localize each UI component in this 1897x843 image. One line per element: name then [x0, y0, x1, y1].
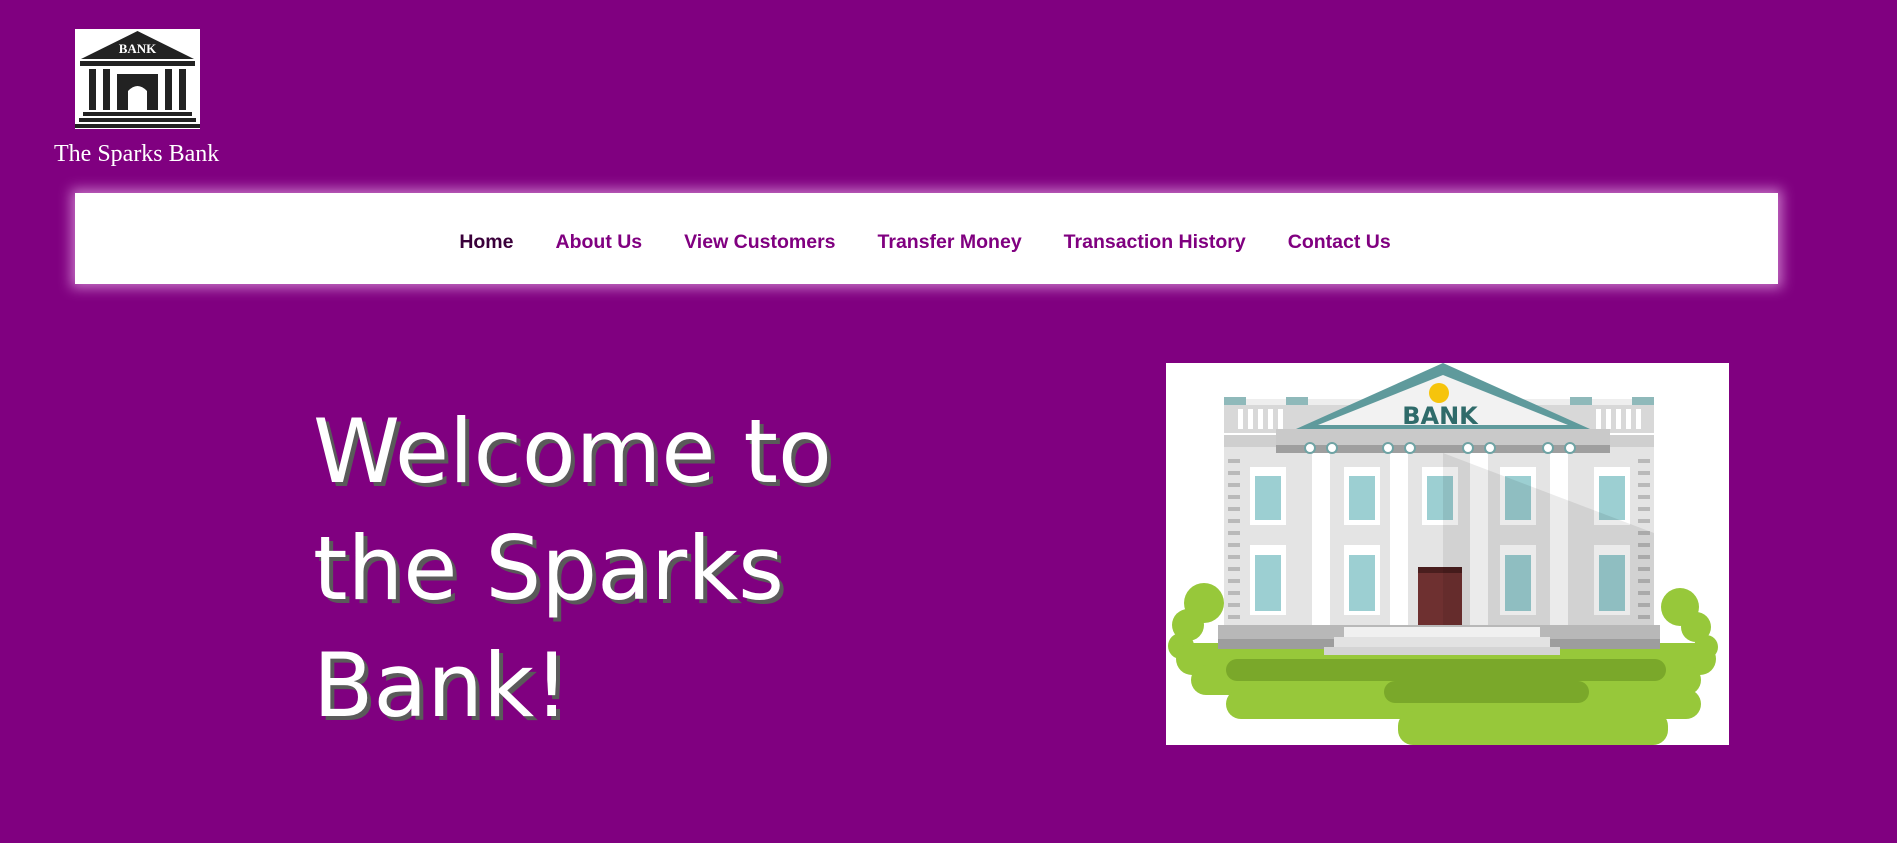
hero-heading-line-3: Bank!: [313, 634, 570, 737]
hero-heading-line-2: the Sparks: [313, 517, 785, 620]
nav-contact-us[interactable]: Contact Us: [1288, 231, 1391, 254]
nav-view-customers[interactable]: View Customers: [684, 231, 835, 254]
main-navigation: Home About Us View Customers Transfer Mo…: [75, 193, 1778, 284]
hero-heading: Welcome to the Sparks Bank!: [313, 393, 963, 744]
nav-home[interactable]: Home: [459, 231, 513, 254]
nav-transaction-history[interactable]: Transaction History: [1064, 231, 1246, 254]
nav-about-us[interactable]: About Us: [556, 231, 643, 254]
nav-transfer-money[interactable]: Transfer Money: [878, 231, 1022, 254]
svg-text:BANK: BANK: [119, 41, 157, 56]
brand-name: The Sparks Bank: [54, 141, 220, 167]
nav-list: Home About Us View Customers Transfer Mo…: [438, 231, 1411, 254]
hero-heading-line-1: Welcome to: [313, 400, 832, 503]
bank-building-icon: BANK: [75, 31, 200, 128]
bank-logo: BANK: [75, 29, 200, 129]
bank-sign: BANK: [1402, 402, 1479, 430]
bank-building-illustration: BANK: [1166, 363, 1729, 745]
